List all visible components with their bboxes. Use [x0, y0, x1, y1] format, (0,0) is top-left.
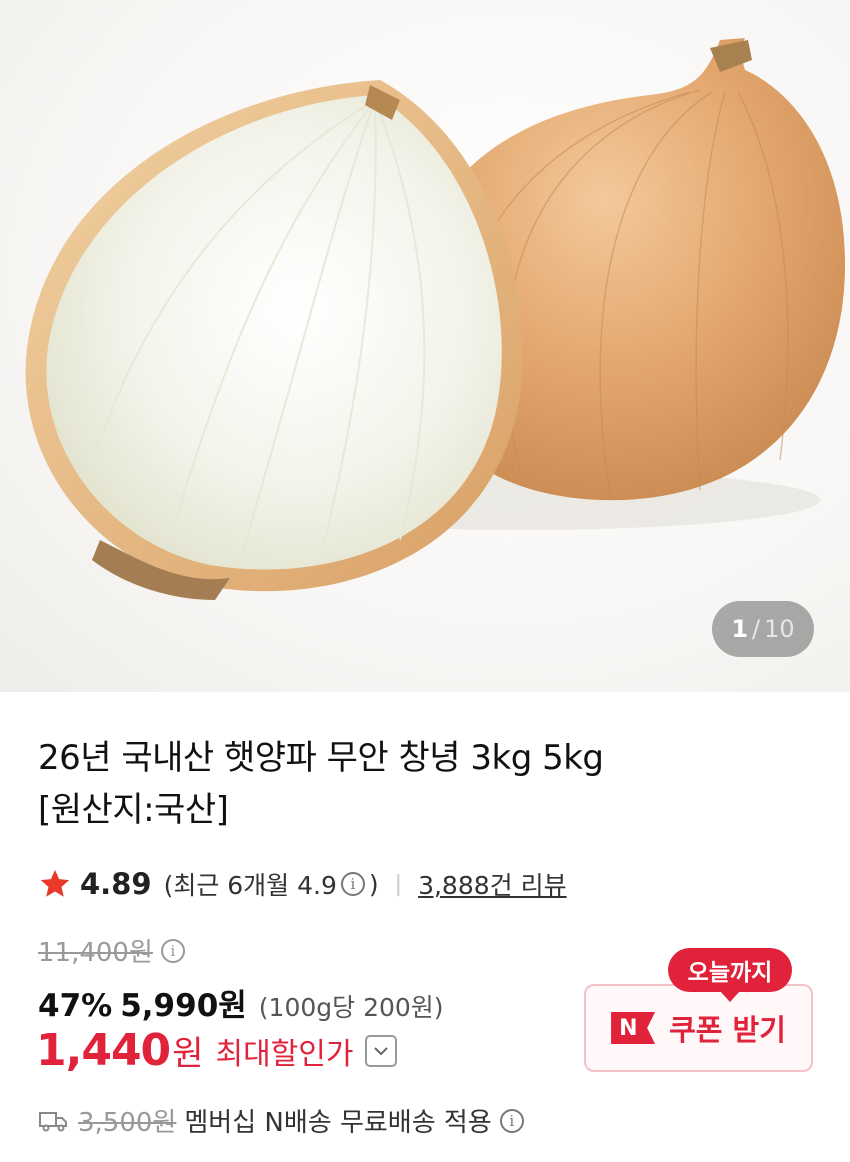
product-image-area[interactable]: 1 / 10	[0, 0, 850, 692]
sale-price-row: 47% 5,990원 (100g당 200원)	[38, 980, 444, 1025]
shipping-info-icon[interactable]: i	[499, 1108, 524, 1133]
coupon-button[interactable]: N 쿠폰 받기	[584, 984, 813, 1072]
sale-price: 5,990원	[120, 988, 247, 1024]
coupon-button-label: 쿠폰 받기	[669, 1013, 786, 1047]
max-discount-won: 원	[172, 1034, 204, 1074]
max-discount-label: 최대할인가	[215, 1036, 354, 1072]
divider: |	[394, 871, 403, 897]
image-counter-total: 10	[764, 615, 795, 643]
shipping-row: 3,500원 멤버십 N배송 무료배송 적용 i	[38, 1102, 528, 1139]
rating-score: 4.89	[80, 867, 152, 901]
review-count-link[interactable]: 3,888건 리뷰	[418, 866, 567, 902]
rating-row: 4.89 (최근 6개월 4.9 i ) | 3,888건 리뷰	[38, 862, 567, 906]
naver-n-icon: N	[611, 1012, 656, 1044]
product-title-line2: [원산지:국산]	[38, 790, 229, 830]
recent-rating-close: )	[368, 869, 379, 899]
truck-icon	[39, 1111, 67, 1131]
recent-rating: (최근 6개월 4.9	[163, 871, 337, 900]
product-title: 26년 국내산 햇양파 무안 창녕 3kg 5kg [원산지:국산]	[38, 732, 738, 836]
shipping-fee: 3,500원	[78, 1108, 177, 1138]
max-discount-row[interactable]: 1,440 원 최대할인가	[36, 1025, 398, 1076]
star-icon	[40, 869, 70, 897]
image-counter-current: 1	[731, 615, 749, 643]
image-counter-separator: /	[752, 615, 761, 643]
image-counter: 1 / 10	[712, 601, 814, 657]
today-only-badge: 오늘까지	[668, 948, 792, 1002]
max-discount-price: 1,440	[36, 1025, 171, 1076]
price-info-icon[interactable]: i	[160, 938, 185, 963]
original-price: 11,400원 i	[38, 932, 189, 969]
onion-photo	[25, 38, 845, 600]
info-icon[interactable]: i	[340, 872, 365, 896]
original-price-value: 11,400원	[38, 938, 153, 968]
unit-price: (100g당 200원)	[258, 993, 444, 1022]
shipping-text: 멤버십 N배송 무료배송 적용	[184, 1108, 492, 1138]
product-title-line1: 26년 국내산 햇양파 무안 창녕 3kg 5kg	[38, 738, 604, 778]
discount-rate: 47%	[38, 988, 113, 1024]
chevron-down-icon[interactable]	[365, 1034, 398, 1067]
